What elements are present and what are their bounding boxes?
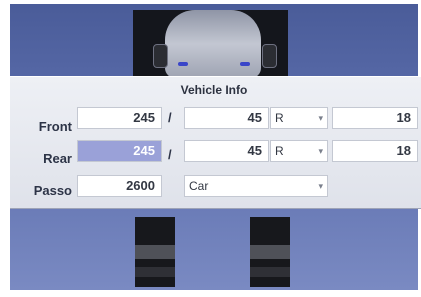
- right-roller-pad-icon: [250, 217, 290, 287]
- front-separator: /: [168, 110, 172, 125]
- front-width-field[interactable]: 245: [77, 107, 162, 129]
- front-construction-value: R: [275, 111, 284, 125]
- sensor-mark-icon: [178, 62, 188, 66]
- rear-ratio-field[interactable]: 45: [184, 140, 269, 162]
- rear-label: Rear: [43, 151, 72, 166]
- front-label: Front: [38, 119, 72, 134]
- left-roller-pad-icon: [135, 217, 175, 287]
- dropdown-arrow-icon: ▾: [318, 146, 323, 156]
- pad-stripe: [250, 245, 290, 259]
- front-construction-select[interactable]: R ▾: [270, 107, 328, 129]
- pad-stripe: [135, 267, 175, 277]
- passo-label: Passo: [33, 183, 72, 198]
- sensor-mark-icon: [240, 62, 250, 66]
- vehicle-type-value: Car: [189, 179, 209, 193]
- dropdown-arrow-icon: ▾: [318, 181, 323, 191]
- rear-width-field[interactable]: 245: [77, 140, 162, 162]
- rear-construction-value: R: [275, 144, 284, 158]
- front-rim-field[interactable]: 18: [332, 107, 418, 129]
- dialog-title: Vehicle Info: [180, 83, 248, 97]
- vehicle-type-select[interactable]: Car ▾: [184, 175, 328, 197]
- pad-stripe: [250, 267, 290, 277]
- passo-value-field[interactable]: 2600: [77, 175, 162, 197]
- monitor-bezel: [0, 0, 10, 297]
- rear-construction-select[interactable]: R ▾: [270, 140, 328, 162]
- vehicle-info-dialog: Vehicle Info Front 245 / 45 R ▾ 18 Rear …: [10, 76, 421, 209]
- rear-separator: /: [168, 147, 172, 162]
- front-right-wheel-icon: [262, 44, 277, 68]
- car-top-view-icon: [165, 10, 261, 78]
- front-left-wheel-icon: [153, 44, 168, 68]
- screen: Vehicle Info Front 245 / 45 R ▾ 18 Rear …: [0, 0, 421, 297]
- dropdown-arrow-icon: ▾: [318, 113, 323, 123]
- pad-stripe: [135, 245, 175, 259]
- front-ratio-field[interactable]: 45: [184, 107, 269, 129]
- rear-rim-field[interactable]: 18: [332, 140, 418, 162]
